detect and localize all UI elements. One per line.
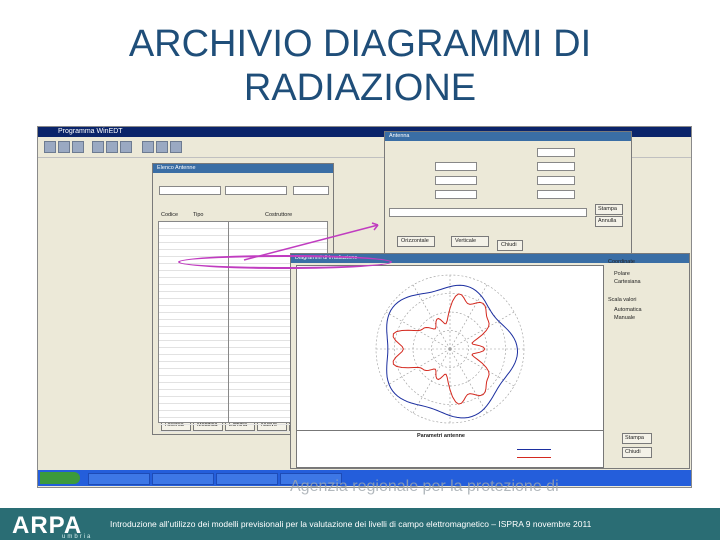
embedded-screenshot: Programma WinEDT Elenco Antenne Codice T… xyxy=(37,126,692,488)
slide-title: ARCHIVIO DIAGRAMMI DI RADIAZIONE xyxy=(0,22,720,110)
taskbar-item-1[interactable] xyxy=(88,473,150,485)
taskbar-item-2[interactable] xyxy=(152,473,214,485)
taskbar-item-3[interactable] xyxy=(216,473,278,485)
annotation-arrow xyxy=(243,222,379,261)
watermark-text: Agenzia regionale per la protezione di xyxy=(290,478,559,495)
slide-footer: ARPA umbria Introduzione all’utilizzo de… xyxy=(0,508,720,540)
start-button[interactable] xyxy=(40,472,80,484)
slide-title-line-2: RADIAZIONE xyxy=(243,67,477,109)
slide-title-line-1: ARCHIVIO DIAGRAMMI DI xyxy=(128,23,592,65)
footer-caption: Introduzione all’utilizzo dei modelli pr… xyxy=(110,519,592,529)
arpa-logo-sub: umbria xyxy=(62,534,93,540)
